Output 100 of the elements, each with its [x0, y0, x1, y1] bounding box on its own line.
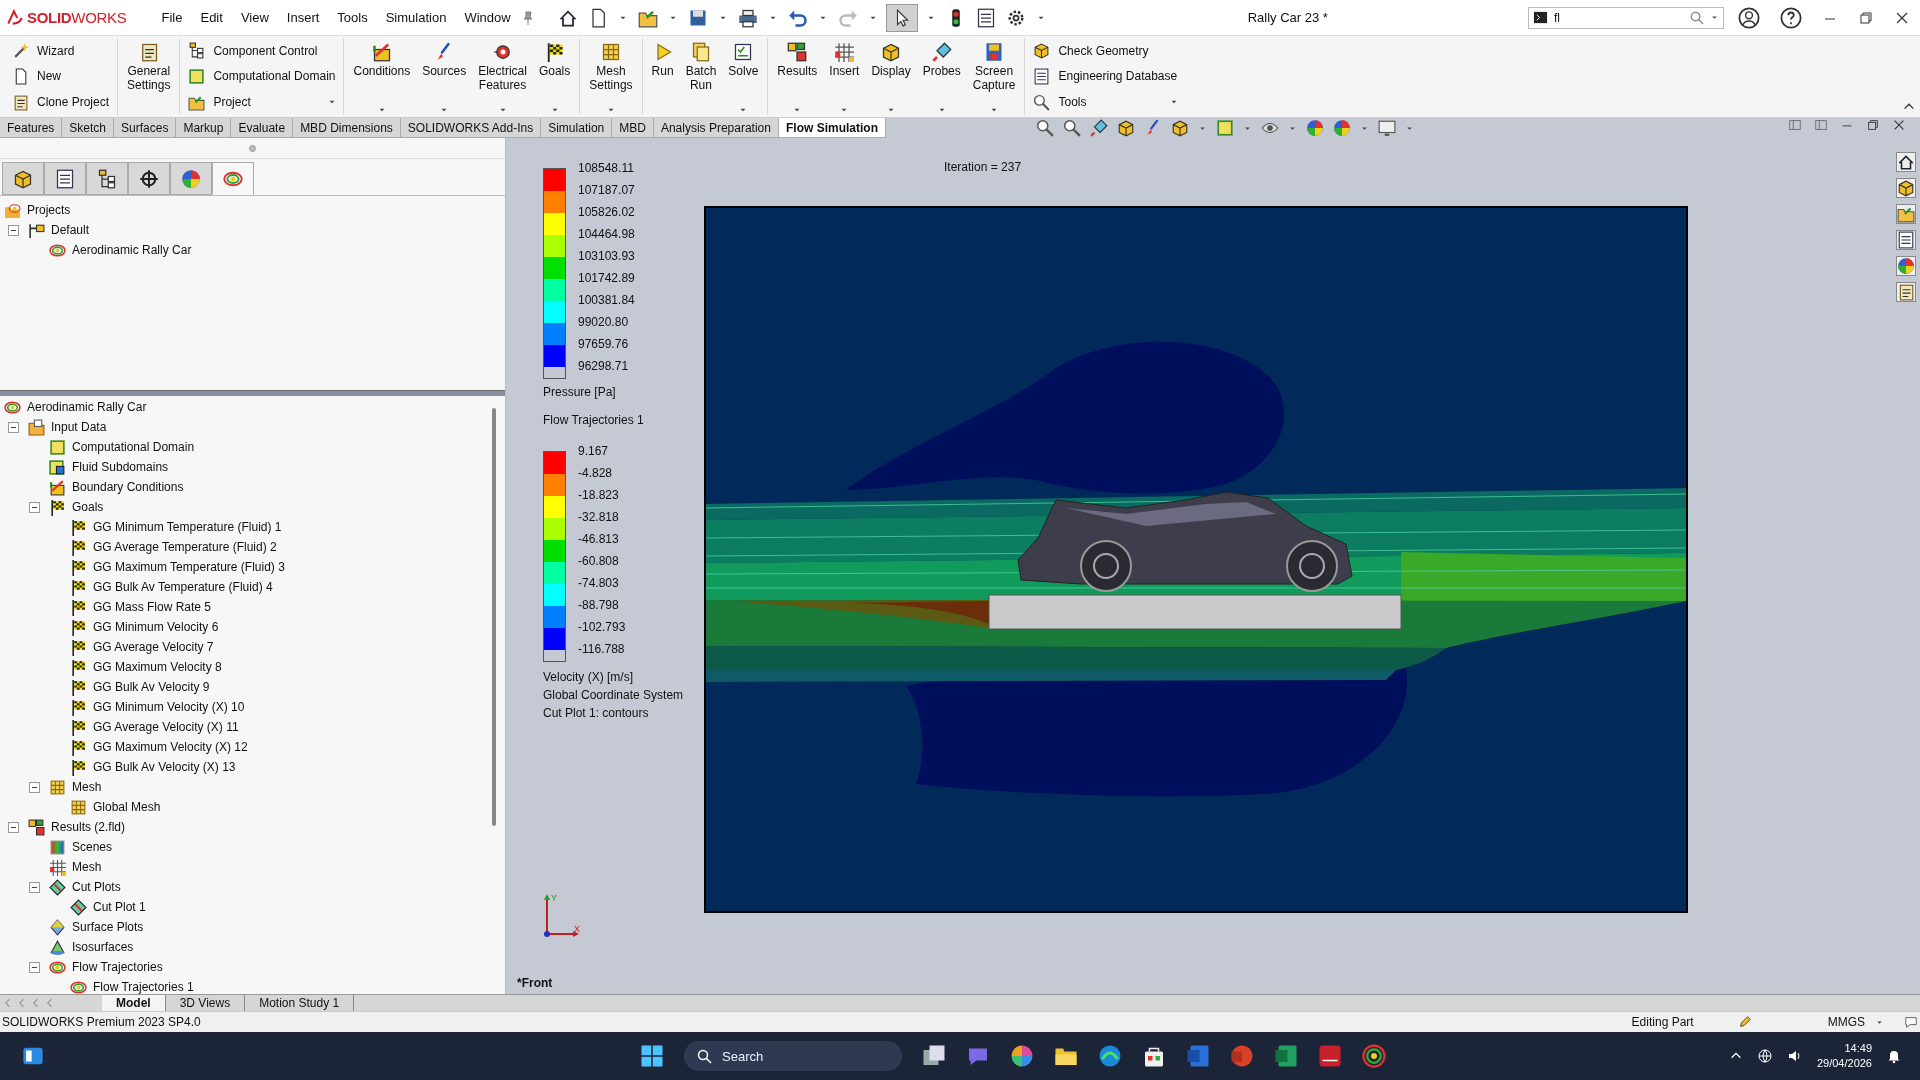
tree-item[interactable]: Mesh	[72, 780, 102, 794]
menu-item[interactable]: Window	[455, 6, 520, 29]
ribbon-button[interactable]: Engineering Database	[1031, 64, 1180, 89]
tree-item[interactable]: Results (2.fld)	[51, 820, 126, 834]
ribbon-button[interactable]: Run	[648, 38, 677, 78]
panel-tab[interactable]	[2, 162, 44, 195]
tree-item[interactable]: GG Minimum Velocity 6	[93, 620, 219, 634]
tree-item[interactable]: Computational Domain	[72, 440, 195, 454]
ribbon-button[interactable]: Electrical Features	[475, 38, 530, 92]
tree-item[interactable]: Default	[51, 223, 90, 237]
comment-icon[interactable]	[1904, 1015, 1918, 1029]
tree-item[interactable]: GG Maximum Velocity 8	[93, 660, 222, 674]
wave-icon[interactable]	[1098, 1044, 1122, 1068]
magnifier-icon[interactable]	[1062, 119, 1081, 137]
panel-tab[interactable]	[44, 162, 86, 195]
collapse-toggle[interactable]	[7, 224, 19, 236]
tree-item[interactable]: Boundary Conditions	[72, 480, 184, 494]
ribbon-button[interactable]: Tools	[1031, 90, 1089, 115]
panel-tab[interactable]	[128, 162, 170, 195]
tree-item[interactable]: Flow Trajectories	[72, 960, 163, 974]
command-tab[interactable]: Evaluate	[231, 118, 294, 138]
ribbon-button[interactable]: Goals	[535, 38, 574, 78]
start-icon[interactable]	[640, 1044, 664, 1068]
command-tab[interactable]: SOLIDWORKS Add-Ins	[400, 118, 542, 138]
tree-item[interactable]: GG Maximum Velocity (X) 12	[93, 740, 248, 754]
collapse-toggle[interactable]	[28, 501, 40, 513]
restore-icon[interactable]	[1858, 9, 1874, 26]
printer-icon[interactable]	[737, 7, 758, 28]
tree-item[interactable]: Flow Trajectories 1	[93, 980, 194, 994]
tree-item[interactable]: GG Bulk Av Velocity (X) 13	[93, 760, 236, 774]
monitor-icon[interactable]	[1377, 119, 1396, 137]
menu-item[interactable]: Simulation	[376, 6, 456, 29]
window-icon[interactable]	[1788, 118, 1802, 132]
window-icon[interactable]	[1814, 118, 1828, 132]
tree-item[interactable]: Input Data	[51, 420, 107, 434]
tree-item[interactable]: GG Bulk Av Temperature (Fluid) 4	[93, 580, 273, 594]
ribbon-button[interactable]: General Settings	[124, 38, 174, 92]
command-tab[interactable]: Surfaces	[114, 118, 177, 138]
tree-item[interactable]: GG Maximum Temperature (Fluid) 3	[93, 560, 285, 574]
tree-item[interactable]: GG Average Velocity 7	[93, 640, 214, 654]
tree-item[interactable]: Goals	[72, 500, 104, 514]
menu-item[interactable]: Insert	[277, 6, 329, 29]
rings-icon[interactable]	[1362, 1044, 1386, 1068]
home-icon[interactable]	[1896, 152, 1916, 172]
tree-item[interactable]: Global Mesh	[93, 800, 161, 814]
menu-item[interactable]: File	[152, 6, 192, 29]
tree-item[interactable]: Fluid Subdomains	[72, 460, 169, 474]
circle-icon[interactable]	[1230, 1044, 1254, 1068]
tree-item[interactable]: Cut Plots	[72, 880, 121, 894]
magnifier-icon[interactable]	[1035, 119, 1054, 137]
bell-icon[interactable]	[1886, 1048, 1902, 1064]
tree-item[interactable]: GG Minimum Velocity (X) 10	[93, 700, 245, 714]
command-tab[interactable]: Simulation	[541, 118, 613, 138]
speaker-icon[interactable]	[1786, 1048, 1803, 1064]
ribbon-button[interactable]: Display	[868, 38, 914, 78]
color-ball-icon[interactable]	[1305, 119, 1324, 137]
cube-icon[interactable]	[1215, 119, 1234, 137]
pencil-icon[interactable]	[1737, 1015, 1752, 1029]
ribbon-button[interactable]: Probes	[919, 38, 964, 78]
probe-icon[interactable]	[1089, 119, 1108, 137]
close-icon[interactable]	[1892, 118, 1906, 132]
list-icon[interactable]	[975, 7, 996, 28]
ribbon-button[interactable]: Check Geometry	[1031, 38, 1151, 63]
ribbon-button[interactable]: Sources	[419, 38, 470, 78]
ribbon-button[interactable]: Insert	[826, 38, 863, 78]
command-tab[interactable]: MBD Dimensions	[293, 118, 401, 138]
windows-stack-icon[interactable]	[922, 1044, 946, 1068]
tree-item[interactable]: GG Mass Flow Rate 5	[93, 600, 212, 614]
tree-item[interactable]: Aerodinamic Rally Car	[27, 400, 147, 414]
ribbon-button[interactable]: New	[10, 64, 63, 89]
restore-icon[interactable]	[1866, 118, 1880, 132]
clipboard-icon[interactable]	[1896, 282, 1916, 302]
collapse-toggle[interactable]	[28, 961, 40, 973]
grip-handle[interactable]	[249, 144, 256, 152]
command-tab[interactable]: Markup	[176, 118, 232, 138]
tree-item[interactable]: Cut Plot 1	[93, 900, 146, 914]
spreadsheet-icon[interactable]	[1274, 1044, 1298, 1068]
menu-item[interactable]: Edit	[191, 6, 232, 29]
scrollbar[interactable]	[492, 408, 496, 826]
bottom-tab[interactable]: Model	[102, 995, 166, 1011]
ribbon-button[interactable]: Conditions	[350, 38, 414, 78]
collapse-toggle[interactable]	[7, 821, 19, 833]
box-icon[interactable]	[1116, 119, 1135, 137]
panel-tab[interactable]	[86, 162, 128, 195]
ribbon-button[interactable]: Component Control	[186, 38, 320, 63]
ribbon-button[interactable]: Wizard	[10, 38, 77, 63]
ribbon-button[interactable]: Screen Capture	[969, 38, 1019, 92]
box-icon[interactable]	[1170, 119, 1189, 137]
help-icon[interactable]	[1780, 6, 1802, 29]
ribbon-button[interactable]: Clone Project	[10, 90, 112, 115]
menu-item[interactable]: View	[231, 6, 278, 29]
command-tab[interactable]: Analysis Preparation	[653, 118, 779, 138]
tree-item[interactable]: GG Minimum Temperature (Fluid) 1	[93, 520, 282, 534]
ribbon-button[interactable]: Computational Domain	[186, 64, 338, 89]
units-selector[interactable]: MMGS	[1827, 1015, 1865, 1029]
ribbon-button[interactable]: Project	[186, 90, 253, 115]
tree-item[interactable]: GG Bulk Av Velocity 9	[93, 680, 210, 694]
tree-item[interactable]: Mesh	[72, 860, 102, 874]
command-tab[interactable]: Flow Simulation	[778, 118, 886, 138]
swirl-icon[interactable]	[1010, 1044, 1034, 1068]
